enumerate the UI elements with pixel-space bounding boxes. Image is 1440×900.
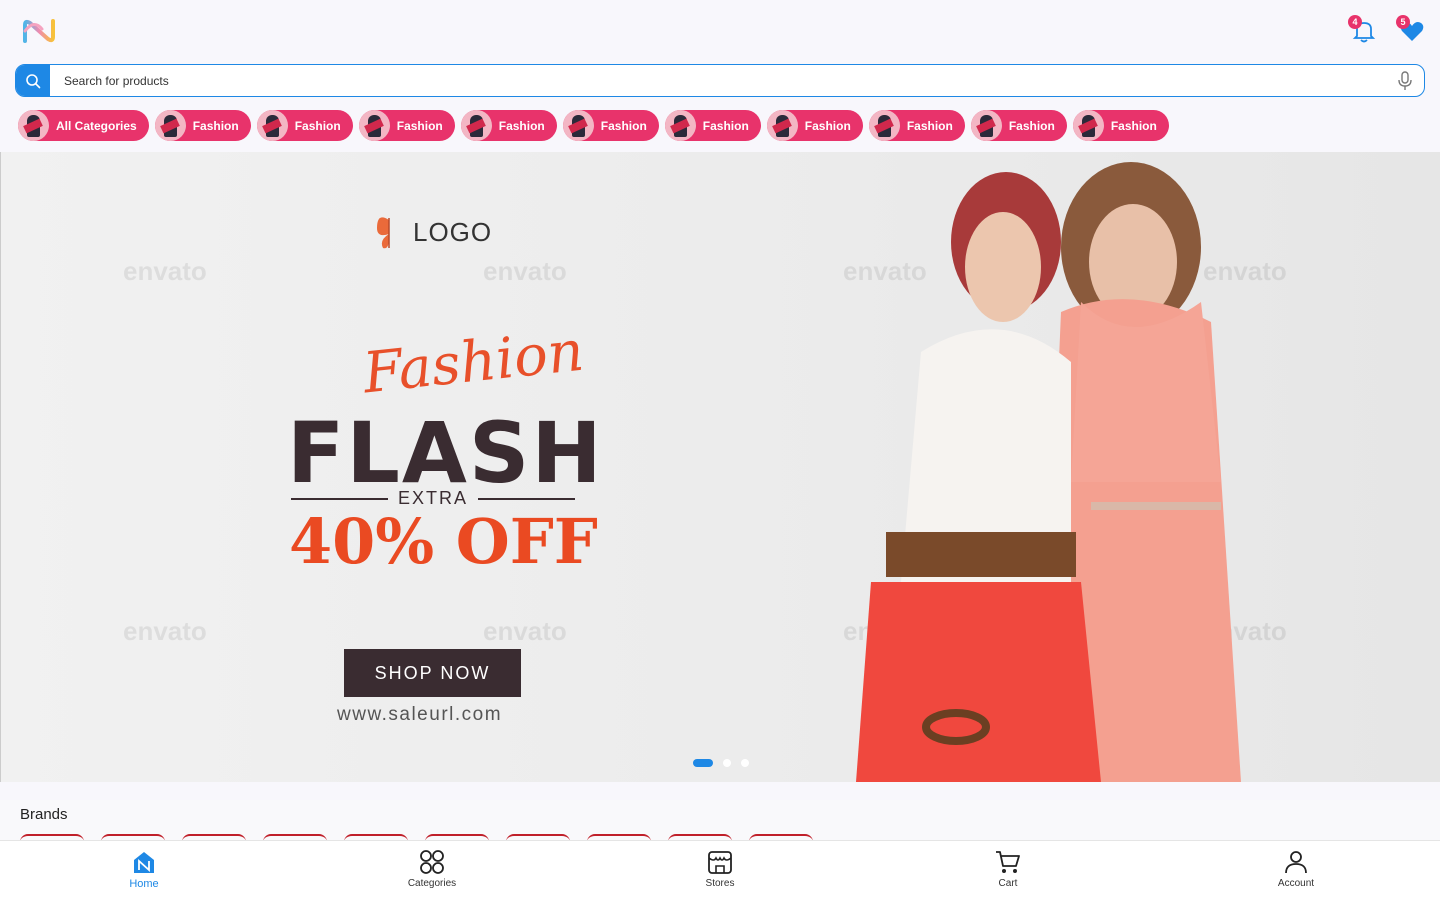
notifications-badge: 4 — [1348, 15, 1362, 29]
nav-label: Account — [1277, 878, 1315, 889]
promo-banner[interactable]: envato envato envato envato envato envat… — [0, 152, 1440, 782]
category-chip[interactable]: Fashion — [154, 110, 251, 141]
wishlist-button[interactable]: 5 — [1396, 15, 1425, 44]
watermark: envato — [483, 616, 567, 646]
banner-discount: 40% OFF — [289, 505, 598, 578]
category-chip[interactable]: Fashion — [868, 110, 965, 141]
nav-categories[interactable]: Categories — [387, 849, 477, 889]
nav-label: Categories — [407, 878, 457, 889]
category-thumbnail — [256, 110, 288, 141]
category-thumbnail — [18, 110, 49, 141]
search-icon — [26, 73, 41, 88]
nav-stores[interactable]: Stores — [675, 849, 765, 889]
top-bar: 4 5 — [0, 0, 1440, 64]
category-thumbnail — [664, 110, 696, 141]
cart-icon — [996, 851, 1020, 873]
banner-url: www.saleurl.com — [337, 704, 503, 725]
category-chip-label: All Categories — [56, 118, 137, 133]
category-chips: All Categories Fashion Fashion Fashion F… — [18, 110, 1169, 141]
carousel-dot-3[interactable] — [741, 759, 749, 767]
category-thumbnail — [970, 110, 1002, 141]
search-button[interactable] — [16, 65, 50, 96]
category-chip-label: Fashion — [1110, 118, 1157, 133]
brands-section: Brands — [0, 800, 1440, 840]
shop-now-button[interactable]: SHOP NOW — [344, 649, 521, 697]
app-logo[interactable] — [22, 17, 56, 45]
category-chip[interactable]: Fashion — [664, 110, 761, 141]
category-chip-label: Fashion — [906, 118, 953, 133]
category-chip-label: Fashion — [600, 118, 647, 133]
divider — [291, 497, 388, 500]
category-thumbnail — [766, 110, 798, 141]
carousel-dot-2[interactable] — [723, 759, 731, 767]
nav-label: Cart — [998, 878, 1018, 889]
category-thumbnail — [154, 110, 186, 141]
category-thumbnail — [868, 110, 900, 141]
divider — [478, 497, 576, 500]
category-chip[interactable]: Fashion — [1072, 110, 1169, 141]
category-chip-label: Fashion — [702, 118, 749, 133]
microphone-icon[interactable] — [1396, 71, 1414, 91]
category-chip[interactable]: Fashion — [256, 110, 353, 141]
nav-home[interactable]: Home — [99, 849, 189, 890]
category-chip-label: Fashion — [804, 118, 851, 133]
butterfly-icon — [377, 217, 390, 249]
nav-label: Stores — [705, 878, 735, 889]
category-chip[interactable]: Fashion — [970, 110, 1067, 141]
watermark: envato — [483, 256, 567, 286]
watermark: envato — [123, 616, 207, 646]
category-thumbnail — [1072, 110, 1104, 141]
search-bar — [15, 64, 1425, 97]
banner-script-text: Fashion — [360, 318, 587, 407]
nav-cart[interactable]: Cart — [963, 849, 1053, 889]
category-thumbnail — [358, 110, 390, 141]
watermark: envato — [123, 256, 207, 286]
category-chip-all[interactable]: All Categories — [18, 110, 149, 141]
category-thumbnail — [460, 110, 492, 141]
home-icon — [134, 852, 154, 873]
carousel-dot-1[interactable] — [693, 759, 713, 767]
category-thumbnail — [562, 110, 594, 141]
category-chip-label: Fashion — [396, 118, 443, 133]
category-chip-label: Fashion — [498, 118, 545, 133]
banner-logo: LOGO — [373, 212, 492, 252]
banner-logo-text: LOGO — [413, 216, 493, 247]
nav-account[interactable]: Account — [1251, 849, 1341, 889]
carousel-indicators — [693, 759, 749, 767]
notifications-button[interactable]: 4 — [1348, 15, 1377, 44]
brands-title: Brands — [20, 806, 68, 823]
store-icon — [708, 851, 732, 874]
category-chip-label: Fashion — [294, 118, 341, 133]
nav-label: Home — [129, 878, 159, 890]
search-input[interactable] — [64, 65, 1384, 96]
models-illustration — [856, 162, 1241, 782]
category-chip[interactable]: Fashion — [766, 110, 863, 141]
category-chip-label: Fashion — [1008, 118, 1055, 133]
category-chip[interactable]: Fashion — [562, 110, 659, 141]
bottom-navigation: Home Categories Stores Cart Account — [0, 840, 1440, 900]
categories-icon — [420, 850, 444, 874]
category-chip[interactable]: Fashion — [358, 110, 455, 141]
wishlist-badge: 5 — [1396, 15, 1410, 29]
category-chip[interactable]: Fashion — [460, 110, 557, 141]
account-icon — [1285, 851, 1307, 874]
category-chip-label: Fashion — [192, 118, 239, 133]
